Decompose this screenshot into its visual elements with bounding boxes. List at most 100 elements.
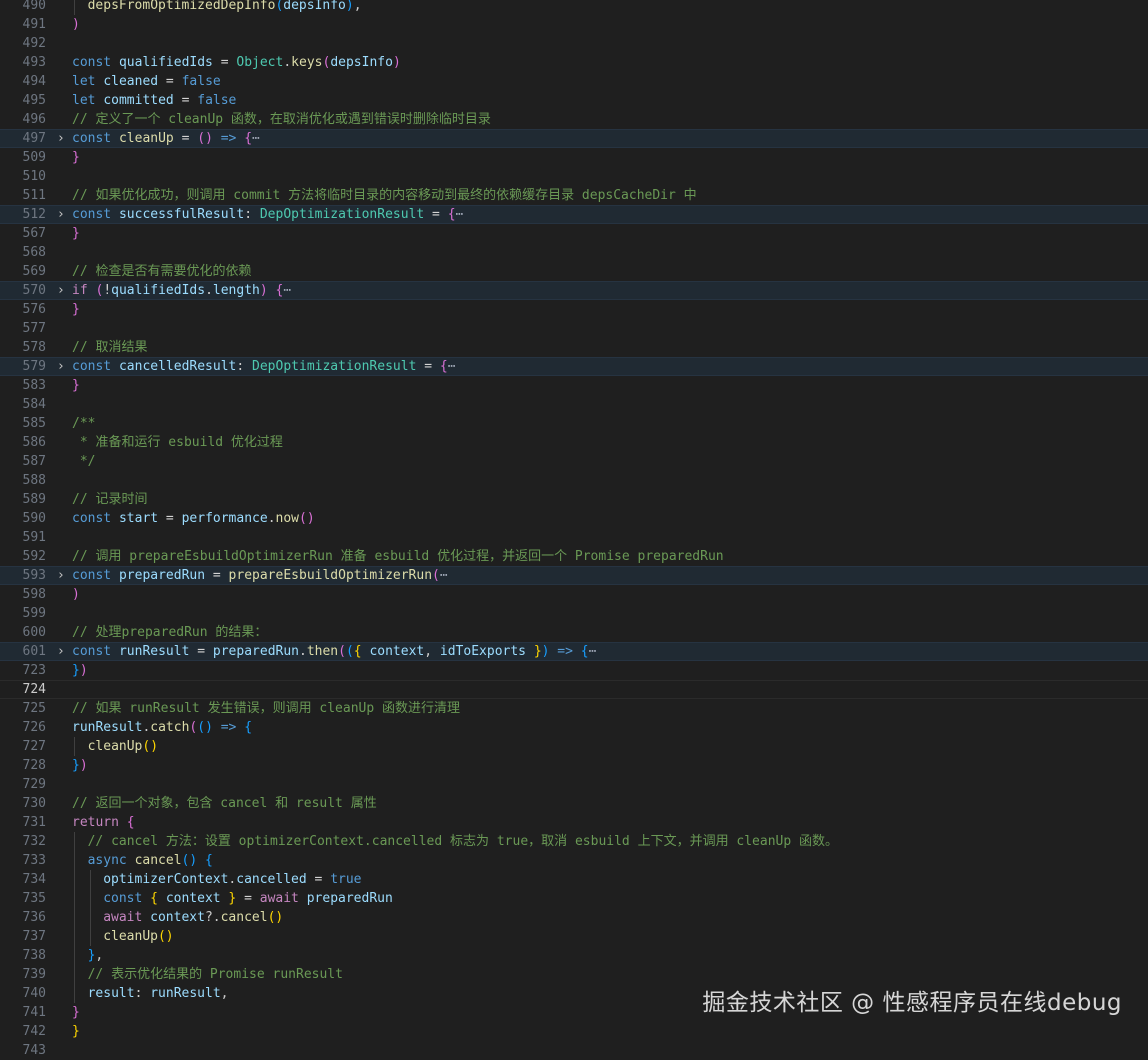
code-line[interactable]: 570 › if (!qualifiedIds.length) {⋯	[0, 281, 1148, 300]
code-text: }	[72, 376, 80, 395]
line-number: 570	[22, 283, 46, 298]
code-line[interactable]: 724	[0, 680, 1148, 699]
code-text: cleanUp()	[88, 737, 158, 756]
code-line[interactable]: 736 await context?.cancel()	[0, 908, 1148, 927]
code-line[interactable]: 569 // 检查是否有需要优化的依赖	[0, 262, 1148, 281]
code-line[interactable]: 735 const { context } = await preparedRun	[0, 889, 1148, 908]
code-token: Object	[236, 55, 284, 70]
code-line[interactable]: 584	[0, 395, 1148, 414]
code-line[interactable]: 589 // 记录时间	[0, 490, 1148, 509]
code-token: ()	[197, 131, 213, 146]
code-line[interactable]: 725 // 如果 runResult 发生错误，则调用 cleanUp 函数进行…	[0, 699, 1148, 718]
code-text: */	[72, 452, 96, 471]
line-number: 724	[22, 682, 46, 697]
code-token: now	[275, 511, 299, 526]
code-line[interactable]: 737 cleanUp()	[0, 927, 1148, 946]
code-line[interactable]: 586 * 准备和运行 esbuild 优化过程	[0, 433, 1148, 452]
code-line[interactable]: 496 // 定义了一个 cleanUp 函数，在取消优化或遇到错误时删除临时目录	[0, 110, 1148, 129]
code-line[interactable]: 568	[0, 243, 1148, 262]
line-number: 577	[22, 321, 46, 336]
code-line[interactable]: 510	[0, 167, 1148, 186]
code-line[interactable]: 593 › const preparedRun = prepareEsbuildOp…	[0, 566, 1148, 585]
code-line[interactable]: 726 runResult.catch(() => {	[0, 718, 1148, 737]
code-line[interactable]: 511 // 如果优化成功，则调用 commit 方法将临时目录的内容移动到最终的…	[0, 186, 1148, 205]
code-line[interactable]: 732 // cancel 方法：设置 optimizerContext.canc…	[0, 832, 1148, 851]
code-token: // 处理preparedRun 的结果：	[72, 625, 268, 640]
line-number: 729	[22, 777, 46, 792]
code-line[interactable]: 728})	[0, 756, 1148, 775]
code-line[interactable]: 491)	[0, 15, 1148, 34]
code-token: =	[306, 872, 331, 887]
line-number: 493	[22, 55, 46, 70]
code-line[interactable]: 512 › const successfulResult: DepOptimizat…	[0, 205, 1148, 224]
fold-chevron-right-icon[interactable]: ›	[54, 129, 68, 148]
code-text: return {	[72, 813, 135, 832]
code-line[interactable]: 497 › const cleanUp = () => {⋯	[0, 129, 1148, 148]
code-line[interactable]: 585 /**	[0, 414, 1148, 433]
code-line[interactable]: 729	[0, 775, 1148, 794]
code-token: cleaned	[103, 74, 159, 89]
code-line[interactable]: 567}	[0, 224, 1148, 243]
line-number: 738	[22, 948, 46, 963]
code-text: // 返回一个对象，包含 cancel 和 result 属性	[72, 794, 377, 813]
code-line[interactable]: 599	[0, 604, 1148, 623]
code-token: ⋯	[283, 283, 292, 298]
code-line[interactable]: 588	[0, 471, 1148, 490]
code-line[interactable]: 723})	[0, 661, 1148, 680]
code-text: // 调用 prepareEsbuildOptimizerRun 准备 esbu…	[72, 547, 724, 566]
code-line[interactable]: 492	[0, 34, 1148, 53]
code-line[interactable]: 576}	[0, 300, 1148, 319]
code-token: !	[103, 283, 112, 298]
code-editor[interactable]: 490 depsFromOptimizedDepInfo(depsInfo), 49…	[0, 0, 1148, 1060]
code-token: =	[205, 568, 229, 583]
code-line[interactable]: 577	[0, 319, 1148, 338]
line-number: 598	[22, 587, 46, 602]
code-text: // 取消结果	[72, 338, 147, 357]
fold-chevron-right-icon[interactable]: ›	[54, 281, 68, 300]
code-token: }	[72, 226, 80, 241]
code-line[interactable]: 743	[0, 1041, 1148, 1060]
code-line[interactable]: 742}	[0, 1022, 1148, 1041]
code-line[interactable]: 490 depsFromOptimizedDepInfo(depsInfo),	[0, 0, 1148, 15]
code-text: * 准备和运行 esbuild 优化过程	[72, 433, 283, 452]
fold-chevron-right-icon[interactable]: ›	[54, 642, 68, 661]
code-line[interactable]: 583}	[0, 376, 1148, 395]
code-token: keys	[291, 55, 323, 70]
code-token: qualifiedIds	[111, 283, 206, 298]
fold-chevron-right-icon[interactable]: ›	[54, 205, 68, 224]
code-line[interactable]: 601 › const runResult = preparedRun.then((…	[0, 642, 1148, 661]
code-line[interactable]: 578 // 取消结果	[0, 338, 1148, 357]
line-number: 585	[22, 416, 46, 431]
code-token: ()	[299, 511, 315, 526]
fold-chevron-right-icon[interactable]: ›	[54, 357, 68, 376]
code-token: }	[72, 150, 80, 165]
code-token: DepOptimizationResult	[259, 207, 425, 222]
code-line[interactable]: 495 let committed = false	[0, 91, 1148, 110]
code-line[interactable]: 598)	[0, 585, 1148, 604]
code-text: }	[72, 1022, 80, 1041]
code-line[interactable]: 727 cleanUp()	[0, 737, 1148, 756]
fold-chevron-right-icon[interactable]: ›	[54, 566, 68, 585]
code-line[interactable]: 731 return {	[0, 813, 1148, 832]
indent-guide	[74, 851, 75, 870]
code-line[interactable]: 590 const start = performance.now()	[0, 509, 1148, 528]
code-line[interactable]: 738},	[0, 946, 1148, 965]
code-line[interactable]: 579 › const cancelledResult: DepOptimizati…	[0, 357, 1148, 376]
line-number: 512	[22, 207, 46, 222]
line-number: 731	[22, 815, 46, 830]
code-line[interactable]: 493 const qualifiedIds = Object.keys(deps…	[0, 53, 1148, 72]
line-number: 599	[22, 606, 46, 621]
code-line[interactable]: 734 optimizerContext.cancelled = true	[0, 870, 1148, 889]
code-line[interactable]: 509}	[0, 148, 1148, 167]
code-line[interactable]: 730 // 返回一个对象，包含 cancel 和 result 属性	[0, 794, 1148, 813]
code-line[interactable]: 600 // 处理preparedRun 的结果：	[0, 623, 1148, 642]
line-number: 496	[22, 112, 46, 127]
code-line[interactable]: 739 // 表示优化结果的 Promise runResult	[0, 965, 1148, 984]
code-token: cleanUp	[103, 929, 158, 944]
code-line[interactable]: 494 let cleaned = false	[0, 72, 1148, 91]
code-line[interactable]: 591	[0, 528, 1148, 547]
code-line[interactable]: 587 */	[0, 452, 1148, 471]
code-token: .	[205, 283, 213, 298]
code-line[interactable]: 733 async cancel() {	[0, 851, 1148, 870]
code-line[interactable]: 592 // 调用 prepareEsbuildOptimizerRun 准备 e…	[0, 547, 1148, 566]
